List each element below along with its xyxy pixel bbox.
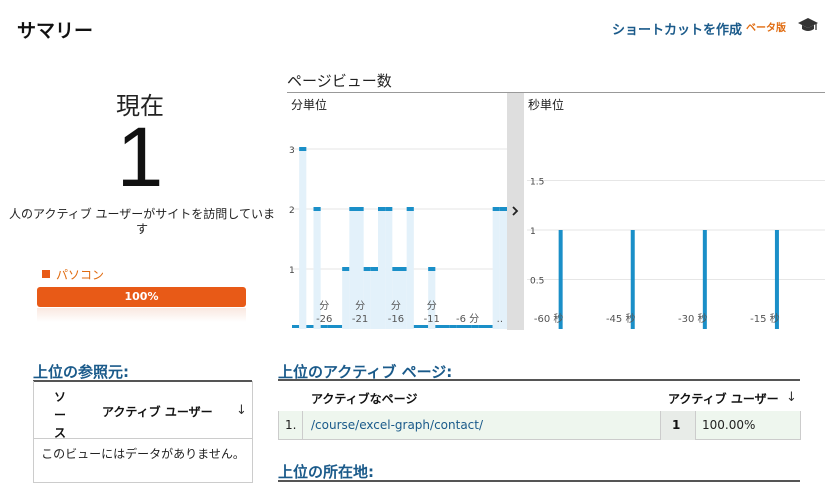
minute-x-tick: -21 xyxy=(352,314,368,325)
create-shortcut-link[interactable]: ショートカットを作成 xyxy=(612,19,742,38)
minute-bar-cap xyxy=(492,207,500,211)
minute-y-tick: 2 xyxy=(289,206,295,216)
minute-bar-cap xyxy=(313,207,321,211)
minute-bar-cap xyxy=(456,325,464,328)
minute-bar-cap xyxy=(356,207,364,211)
row-separator xyxy=(302,411,303,440)
second-y-tick: 0.5 xyxy=(530,277,544,287)
minute-bar-cap xyxy=(370,267,378,271)
graduation-cap-icon[interactable] xyxy=(798,15,818,35)
arrow-down-icon[interactable]: ↓ xyxy=(236,403,247,418)
second-x-tick: -60 秒 xyxy=(534,312,564,325)
minute-bar-cap xyxy=(471,325,479,328)
minute-bar xyxy=(370,269,378,329)
minute-x-tick: .. xyxy=(497,314,503,325)
minute-bar-cap xyxy=(292,325,300,328)
minute-bar-cap xyxy=(421,325,429,328)
desktop-legend-swatch xyxy=(42,270,50,278)
referrers-col-users[interactable]: アクティブ ユーザー xyxy=(102,403,213,420)
minute-x-tick: -6 分 xyxy=(456,313,479,325)
minute-bar-cap xyxy=(392,267,400,271)
page-title: サマリー xyxy=(17,20,94,42)
minute-bar-cap xyxy=(342,267,350,271)
active-user-count: 1 xyxy=(116,110,164,204)
minute-x-tick-unit: 分 xyxy=(391,300,401,312)
desktop-legend-label: パソコン xyxy=(56,268,105,282)
referrers-title: 上位の参照元: xyxy=(33,363,129,381)
minute-bar-cap xyxy=(299,147,307,151)
device-share-label: 100% xyxy=(124,290,159,303)
minute-bar-cap xyxy=(327,325,335,328)
minute-x-tick: -16 xyxy=(388,314,404,325)
active-users-value: 1 xyxy=(672,418,681,432)
minute-y-tick: 3 xyxy=(289,146,295,156)
device-share-bar: 100% xyxy=(37,287,246,307)
minute-bar-cap xyxy=(413,325,421,328)
minute-y-tick: 1 xyxy=(289,266,295,276)
second-x-tick: -45 秒 xyxy=(606,312,636,325)
minute-bar-cap xyxy=(320,325,328,328)
minute-bar-cap xyxy=(363,267,371,271)
active-user-description: 人のアクティブ ユーザーがサイトを訪問しています xyxy=(9,207,275,236)
minute-bar xyxy=(406,209,414,329)
beta-badge: ベータ版 xyxy=(746,23,786,34)
arrow-down-icon[interactable]: ↓ xyxy=(786,390,797,405)
minute-bar-cap xyxy=(449,325,457,328)
active-page-link[interactable]: /course/excel-graph/contact/ xyxy=(311,418,483,432)
minute-x-tick-unit: 分 xyxy=(427,300,437,312)
per-second-label: 秒単位 xyxy=(528,97,564,112)
second-y-tick: 1 xyxy=(530,227,536,237)
minute-x-tick: -11 xyxy=(424,314,440,325)
locations-rule xyxy=(278,480,800,482)
locations-title: 上位の所在地: xyxy=(278,463,374,481)
minute-x-tick: -26 xyxy=(316,314,332,325)
minute-bar-cap xyxy=(464,325,472,328)
row-index: 1. xyxy=(285,418,297,432)
minute-x-tick-unit: 分 xyxy=(355,300,365,312)
minute-bar-cap xyxy=(406,207,414,211)
active-pages-col-page[interactable]: アクティブなページ xyxy=(311,390,417,407)
per-minute-label: 分単位 xyxy=(291,97,327,112)
minute-bar xyxy=(499,209,507,329)
referrers-header-divider xyxy=(33,438,252,439)
minute-bar-cap xyxy=(428,267,436,271)
minute-bar xyxy=(299,149,307,329)
active-users-percent: 100.00% xyxy=(702,418,756,432)
referrers-empty-message: このビューにはデータがありません。 xyxy=(41,447,245,461)
second-x-tick: -30 秒 xyxy=(678,312,708,325)
minute-bar-cap xyxy=(485,325,493,328)
pageviews-title: ページビュー数 xyxy=(287,72,392,90)
minute-bar-cap xyxy=(385,207,393,211)
minute-bar-cap xyxy=(378,207,386,211)
minute-x-tick-unit: 分 xyxy=(319,300,329,312)
per-second-chart: 0.5 1 1.5 -60 秒 -45 秒 -30 秒 -15 秒 xyxy=(527,178,825,329)
minute-bar-cap xyxy=(478,325,486,328)
referrers-col-source[interactable]: ソース xyxy=(52,388,68,442)
minute-bar-cap xyxy=(306,325,314,328)
device-share-bar-reflection xyxy=(37,308,246,322)
minute-bar-cap xyxy=(435,325,443,328)
second-y-tick: 1.5 xyxy=(530,178,544,188)
pageviews-chart: 1 2 3 分 -26 分 -21 分 -16 分 -11 -6 分.. 0.5 1 1.5 -60 秒 -4… xyxy=(289,93,825,330)
minute-bar xyxy=(378,209,386,329)
minute-bar-cap xyxy=(335,325,343,328)
minute-bar-cap xyxy=(442,325,450,328)
minute-bar xyxy=(342,269,350,329)
second-x-tick: -15 秒 xyxy=(750,312,780,325)
minute-bar-cap xyxy=(499,207,507,211)
minute-bar-cap xyxy=(399,267,407,271)
minute-bar-cap xyxy=(349,207,357,211)
per-minute-chart: 1 2 3 分 -26 分 -21 分 -16 分 -11 -6 分.. xyxy=(289,146,507,329)
minute-bar xyxy=(492,209,500,329)
active-pages-col-users[interactable]: アクティブ ユーザー xyxy=(668,390,779,407)
realtime-overview: サマリー ショートカットを作成 ベータ版 現在 1 人のアクティブ ユーザーがサ… xyxy=(0,0,834,488)
